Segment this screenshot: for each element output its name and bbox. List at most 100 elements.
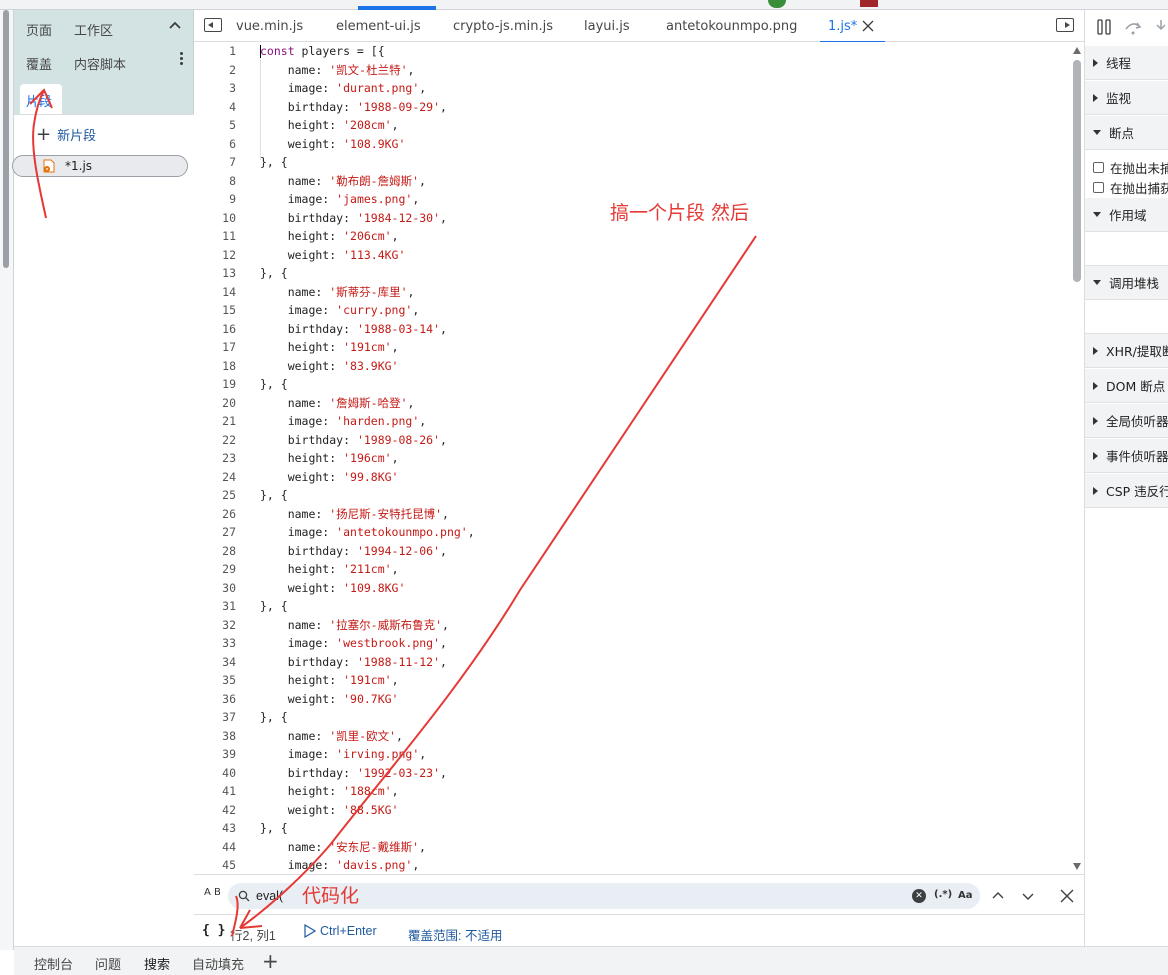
snippet-item[interactable]: *1.js bbox=[12, 155, 188, 177]
pause-uncaught-checkbox[interactable]: 在抛出未捕获的异常时暂停 bbox=[1093, 158, 1168, 177]
code-line[interactable]: birthday: '1989-08-26', bbox=[260, 431, 1060, 450]
section-breakpoints[interactable]: 断点 bbox=[1085, 116, 1168, 150]
code-line[interactable]: name: '斯蒂芬-库里', bbox=[260, 283, 1060, 302]
code-line[interactable]: }, { bbox=[260, 819, 1060, 838]
code-line[interactable]: weight: '99.8KG' bbox=[260, 468, 1060, 487]
pause-caught-checkbox[interactable]: 在抛出捕获的异常时暂停 bbox=[1093, 178, 1168, 197]
extension-icon[interactable] bbox=[768, 0, 786, 8]
page-scrollbar[interactable] bbox=[0, 10, 14, 950]
section-scope[interactable]: 作用域 bbox=[1085, 198, 1168, 232]
code-line[interactable]: name: '凯里-欧文', bbox=[260, 727, 1060, 746]
code-line[interactable]: weight: '109.8KG' bbox=[260, 579, 1060, 598]
code-line[interactable]: birthday: '1988-03-14', bbox=[260, 320, 1060, 339]
code-line[interactable]: name: '詹姆斯-哈登', bbox=[260, 394, 1060, 413]
tab-autofill[interactable]: 自动填充 bbox=[192, 954, 244, 973]
tab-antetokounmpo-png[interactable]: antetokounmpo.png bbox=[666, 19, 797, 34]
code-line[interactable]: name: '凯文-杜兰特', bbox=[260, 61, 1060, 80]
tab-vue-min-js[interactable]: vue.min.js bbox=[236, 19, 303, 34]
code-line[interactable]: name: '勒布朗-詹姆斯', bbox=[260, 172, 1060, 191]
code-line[interactable]: weight: '113.4KG' bbox=[260, 246, 1060, 265]
code-line[interactable]: const players = [{ bbox=[260, 42, 1060, 61]
scroll-down-icon[interactable] bbox=[1073, 863, 1081, 870]
section-threads[interactable]: 线程 bbox=[1085, 46, 1168, 80]
match-case-button[interactable]: Aa bbox=[958, 890, 973, 901]
code-line[interactable]: height: '206cm', bbox=[260, 227, 1060, 246]
section-dom-breakpoints[interactable]: DOM 断点 bbox=[1085, 369, 1168, 403]
tab-workspace[interactable]: 工作区 bbox=[74, 20, 113, 39]
code-line[interactable]: height: '208cm', bbox=[260, 116, 1060, 135]
tab-issues[interactable]: 问题 bbox=[95, 954, 121, 973]
code-line[interactable]: image: 'durant.png', bbox=[260, 79, 1060, 98]
previous-match-icon[interactable] bbox=[992, 890, 1004, 902]
add-tab-icon[interactable]: + bbox=[262, 949, 279, 973]
clear-search-icon[interactable]: ✕ bbox=[912, 889, 926, 903]
pretty-print-button[interactable]: { } bbox=[202, 923, 225, 938]
pause-icon[interactable] bbox=[1095, 18, 1113, 36]
editor-scrollbar[interactable] bbox=[1070, 42, 1084, 874]
tab-1-js[interactable]: 1.js* bbox=[819, 19, 886, 43]
code-line[interactable]: image: 'antetokounmpo.png', bbox=[260, 523, 1060, 542]
scroll-up-icon[interactable] bbox=[1073, 47, 1081, 54]
new-snippet-button[interactable]: + 新片段 bbox=[36, 125, 96, 144]
page-scrollbar-thumb[interactable] bbox=[3, 10, 9, 268]
code-line[interactable]: weight: '83.9KG' bbox=[260, 357, 1060, 376]
chevron-up-icon[interactable] bbox=[168, 18, 182, 32]
extension-icon[interactable] bbox=[860, 0, 878, 7]
code-line[interactable]: image: 'curry.png', bbox=[260, 301, 1060, 320]
toggle-navigator-icon[interactable] bbox=[204, 18, 222, 32]
code-content[interactable]: const players = [{ name: '凯文-杜兰特', image… bbox=[260, 42, 1060, 874]
code-line[interactable]: height: '196cm', bbox=[260, 449, 1060, 468]
code-line[interactable]: image: 'harden.png', bbox=[260, 412, 1060, 431]
code-line[interactable]: name: '扬尼斯-安特托昆博', bbox=[260, 505, 1060, 524]
tab-layui-js[interactable]: layui.js bbox=[584, 19, 630, 34]
code-line[interactable]: height: '191cm', bbox=[260, 338, 1060, 357]
code-line[interactable]: height: '211cm', bbox=[260, 560, 1060, 579]
tab-console[interactable]: 控制台 bbox=[34, 954, 73, 973]
toggle-debugger-icon[interactable] bbox=[1056, 18, 1074, 32]
code-line[interactable]: }, { bbox=[260, 153, 1060, 172]
code-line[interactable]: birthday: '1988-11-12', bbox=[260, 653, 1060, 672]
close-tab-icon[interactable] bbox=[862, 20, 874, 32]
code-line[interactable]: weight: '108.9KG' bbox=[260, 135, 1060, 154]
code-line[interactable]: }, { bbox=[260, 375, 1060, 394]
code-line[interactable]: name: '拉塞尔-威斯布鲁克', bbox=[260, 616, 1060, 635]
code-line[interactable]: birthday: '1992-03-23', bbox=[260, 764, 1060, 783]
code-line[interactable]: birthday: '1994-12-06', bbox=[260, 542, 1060, 561]
close-search-icon[interactable] bbox=[1060, 889, 1074, 903]
code-line[interactable]: birthday: '1988-09-29', bbox=[260, 98, 1060, 117]
next-match-icon[interactable] bbox=[1022, 890, 1034, 902]
section-event-listeners[interactable]: 事件侦听器 bbox=[1085, 439, 1168, 473]
code-line[interactable]: }, { bbox=[260, 597, 1060, 616]
section-call-stack[interactable]: 调用堆栈 bbox=[1085, 266, 1168, 300]
code-line[interactable]: image: 'irving.png', bbox=[260, 745, 1060, 764]
code-line[interactable]: height: '191cm', bbox=[260, 671, 1060, 690]
tab-snippets[interactable]: 片段 bbox=[20, 84, 62, 114]
tab-overrides[interactable]: 覆盖 bbox=[26, 54, 52, 73]
code-line[interactable]: height: '188cm', bbox=[260, 782, 1060, 801]
section-watch[interactable]: 监视 bbox=[1085, 81, 1168, 115]
section-xhr-breakpoints[interactable]: XHR/提取断点 bbox=[1085, 334, 1168, 368]
code-line[interactable]: }, { bbox=[260, 708, 1060, 727]
regex-toggle-button[interactable]: (.*) bbox=[934, 889, 952, 900]
code-editor[interactable]: 1 2 3 4 5 6 7 8 9 10 11 12 13 14 15 16 17 18 19 20 21 22 23 24 2… bbox=[194, 42, 1084, 874]
step-into-icon[interactable] bbox=[1153, 18, 1168, 36]
tab-crypto-js-min-js[interactable]: crypto-js.min.js bbox=[453, 19, 553, 34]
code-line[interactable]: }, { bbox=[260, 486, 1060, 505]
more-options-icon[interactable] bbox=[178, 50, 184, 68]
section-csp-breakpoints[interactable]: CSP 违反行为断点 bbox=[1085, 474, 1168, 508]
tab-search[interactable]: 搜索 bbox=[144, 954, 170, 973]
replace-toggle-icon[interactable]: A B bbox=[204, 887, 221, 898]
code-line[interactable]: }, { bbox=[260, 264, 1060, 283]
step-over-icon[interactable] bbox=[1123, 18, 1143, 36]
code-line[interactable]: image: 'westbrook.png', bbox=[260, 634, 1060, 653]
tab-content-scripts[interactable]: 内容脚本 bbox=[74, 54, 126, 73]
section-global-listeners[interactable]: 全局侦听器 bbox=[1085, 404, 1168, 438]
code-line[interactable]: weight: '90.7KG' bbox=[260, 690, 1060, 709]
code-line[interactable]: weight: '88.5KG' bbox=[260, 801, 1060, 820]
tab-page[interactable]: 页面 bbox=[26, 20, 52, 39]
code-line[interactable]: image: 'davis.png', bbox=[260, 856, 1060, 874]
tab-element-ui-js[interactable]: element-ui.js bbox=[336, 19, 421, 34]
run-snippet-button[interactable]: Ctrl+Enter bbox=[304, 924, 377, 938]
code-line[interactable]: name: '安东尼-戴维斯', bbox=[260, 838, 1060, 857]
editor-scrollbar-thumb[interactable] bbox=[1073, 60, 1081, 282]
